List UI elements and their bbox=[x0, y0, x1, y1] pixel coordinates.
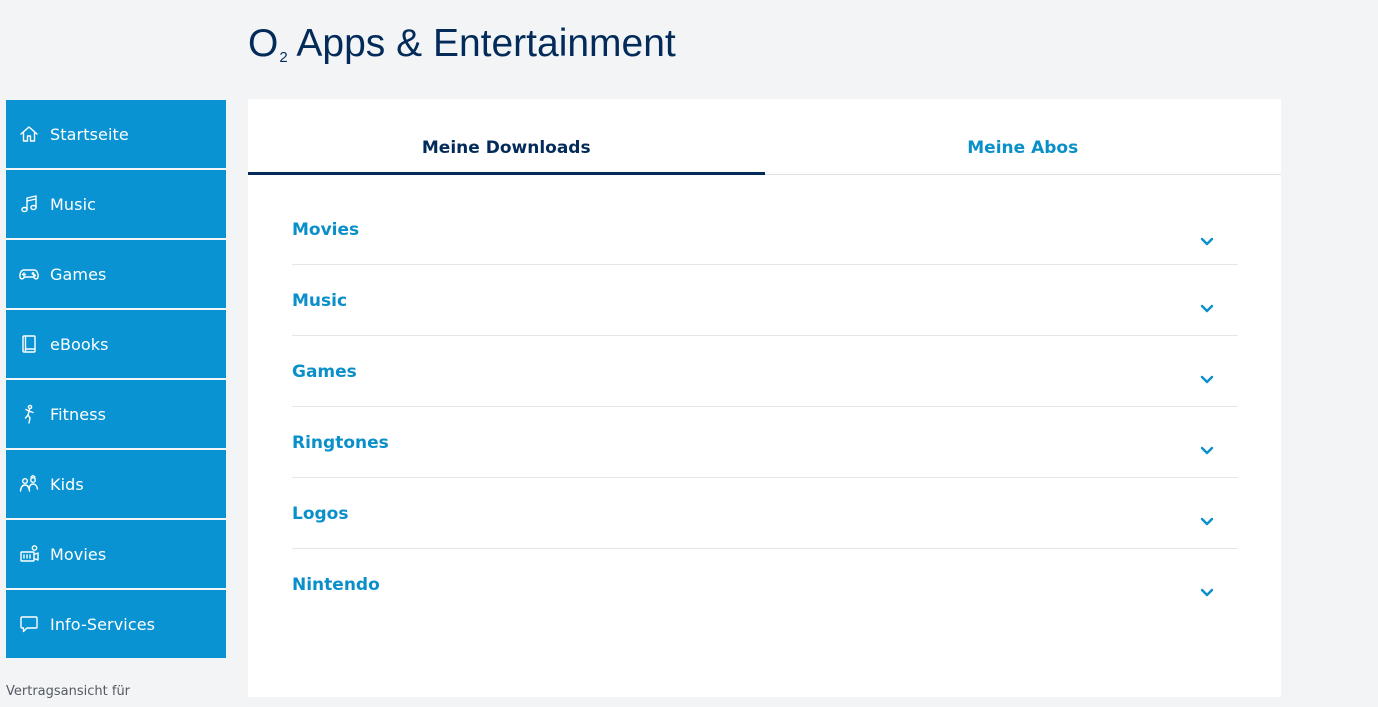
sidebar-item-label: Movies bbox=[50, 544, 107, 564]
sidebar-item-startseite[interactable]: Startseite bbox=[6, 100, 226, 168]
brand-subscript: 2 bbox=[279, 49, 288, 66]
accordion-item-label: Nintendo bbox=[292, 575, 380, 595]
chevron-down-icon bbox=[1200, 234, 1214, 246]
accordion-item-games[interactable]: Games bbox=[292, 336, 1238, 407]
sidebar-item-label: Startseite bbox=[50, 124, 129, 144]
accordion-item-nintendo[interactable]: Nintendo bbox=[292, 549, 1238, 619]
downloads-panel: Meine Downloads Meine Abos Movies Music … bbox=[248, 99, 1281, 697]
accordion-item-ringtones[interactable]: Ringtones bbox=[292, 407, 1238, 478]
accordion-item-label: Ringtones bbox=[292, 433, 389, 453]
sidebar-item-label: Fitness bbox=[50, 404, 107, 424]
sidebar-item-ebooks[interactable]: eBooks bbox=[6, 310, 226, 378]
page-title-text: Apps & Entertainment bbox=[296, 22, 676, 65]
contract-view-label: Vertragsansicht für bbox=[6, 684, 131, 699]
accordion-item-label: Logos bbox=[292, 504, 349, 524]
chevron-down-icon bbox=[1200, 301, 1214, 313]
accordion-item-label: Games bbox=[292, 362, 357, 382]
accordion-item-movies[interactable]: Movies bbox=[292, 194, 1238, 265]
tab-bar: Meine Downloads Meine Abos bbox=[248, 99, 1281, 175]
brand-o: O bbox=[248, 22, 279, 65]
kids-icon bbox=[18, 473, 40, 495]
accordion-item-label: Music bbox=[292, 291, 348, 311]
sidebar-item-label: Kids bbox=[50, 474, 84, 494]
sidebar-nav: Startseite Music Games eBooks Fitness Ki… bbox=[6, 100, 226, 660]
movie-camera-icon bbox=[18, 543, 40, 565]
sidebar-item-movies[interactable]: Movies bbox=[6, 520, 226, 588]
sidebar-item-info-services[interactable]: Info-Services bbox=[6, 590, 226, 658]
chevron-down-icon bbox=[1200, 585, 1214, 597]
page-title: O2 Apps & Entertainment bbox=[248, 20, 676, 82]
sidebar-item-label: eBooks bbox=[50, 334, 109, 354]
sidebar-item-games[interactable]: Games bbox=[6, 240, 226, 308]
tab-meine-downloads[interactable]: Meine Downloads bbox=[248, 99, 765, 175]
sidebar-item-label: Info-Services bbox=[50, 614, 156, 634]
chevron-down-icon bbox=[1200, 372, 1214, 384]
home-icon bbox=[18, 123, 40, 145]
music-note-icon bbox=[18, 193, 40, 215]
chevron-down-icon bbox=[1200, 443, 1214, 455]
sidebar-item-label: Games bbox=[50, 264, 107, 284]
gamepad-icon bbox=[18, 263, 40, 285]
accordion-item-label: Movies bbox=[292, 220, 360, 240]
accordion-item-logos[interactable]: Logos bbox=[292, 478, 1238, 549]
book-icon bbox=[18, 333, 40, 355]
sidebar-item-label: Music bbox=[50, 194, 97, 214]
sidebar-item-kids[interactable]: Kids bbox=[6, 450, 226, 518]
tab-meine-abos[interactable]: Meine Abos bbox=[765, 99, 1282, 174]
accordion-item-music[interactable]: Music bbox=[292, 265, 1238, 336]
chevron-down-icon bbox=[1200, 514, 1214, 526]
running-person-icon bbox=[18, 403, 40, 425]
sidebar-item-fitness[interactable]: Fitness bbox=[6, 380, 226, 448]
sidebar-item-music[interactable]: Music bbox=[6, 170, 226, 238]
chat-bubble-icon bbox=[18, 613, 40, 635]
downloads-accordion: Movies Music Games Ringtones Logos Ninte… bbox=[292, 194, 1238, 619]
